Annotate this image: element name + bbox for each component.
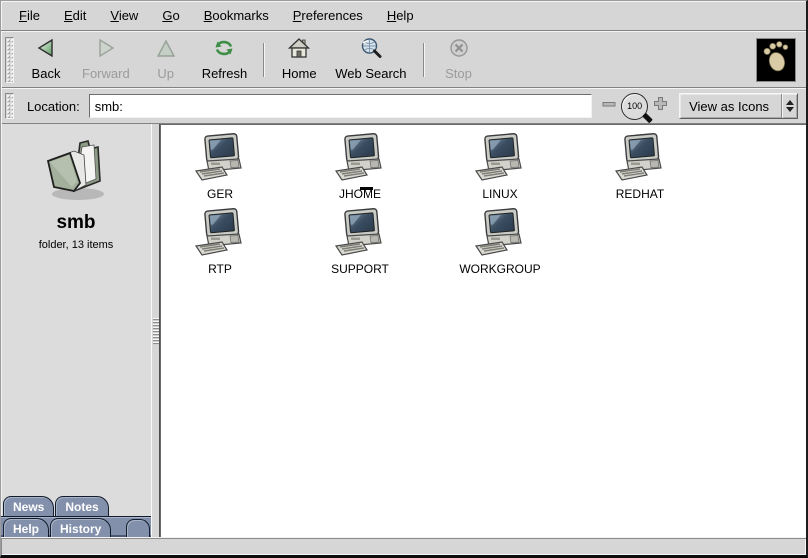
share-item-linux[interactable]: LINUX [430,133,570,208]
sidebar-tab-row-2: Help History [1,516,151,537]
web-search-icon [359,37,383,64]
share-item-rtp[interactable]: RTP [160,208,290,283]
stop-label: Stop [445,66,472,81]
menu-edit[interactable]: Edit [52,3,98,28]
toolbar: Back Forward Up [1,31,806,88]
share-item-redhat[interactable]: REDHAT [570,133,710,208]
view-mode-label: View as Icons [680,99,781,114]
toolbar-grip[interactable] [5,37,14,83]
share-label: RTP [208,262,232,276]
share-label: LINUX [482,187,517,201]
home-button[interactable]: Home [272,35,326,85]
computer-icon [474,208,526,261]
computer-icon [474,133,526,186]
toolbar-separator-2 [423,43,425,77]
gnome-foot-icon [761,40,791,79]
menu-bookmarks[interactable]: Bookmarks [192,3,281,28]
computer-icon [614,133,666,186]
refresh-icon [212,37,236,64]
web-search-label: Web Search [335,66,406,81]
menu-file[interactable]: File [7,3,52,28]
tab-partial[interactable] [126,519,150,537]
tab-history[interactable]: History [50,518,111,537]
share-item-ger[interactable]: GER [160,133,290,208]
share-item-support[interactable]: SUPPORT [290,208,430,283]
web-search-button[interactable]: Web Search [326,35,415,85]
zoom-level-value: 100 [627,101,642,111]
back-label: Back [32,66,61,81]
zoom-out-icon[interactable] [602,97,616,116]
stop-button[interactable]: Stop [432,35,486,85]
sidebar-folder-panel: smb folder, 13 items [1,124,151,251]
sidebar-tabs: News Notes Help History [1,494,151,537]
up-label: Up [157,66,174,81]
share-label: REDHAT [616,187,664,201]
tab-news[interactable]: News [3,496,54,516]
sidebar-splitter[interactable] [151,124,160,537]
forward-label: Forward [82,66,130,81]
menu-go[interactable]: Go [150,3,191,28]
computer-icon [334,133,386,186]
share-label: GER [207,187,233,201]
zoom-controls: 100 [602,93,668,120]
home-icon [287,37,311,64]
computer-icon [194,133,246,186]
share-label: SUPPORT [331,262,389,276]
icon-view: GER JHOME LINUX REDHAT RTP [160,124,806,537]
computer-icon [334,208,386,261]
status-bar [1,537,806,555]
menu-bar: File Edit View Go Bookmarks Preferences … [1,1,806,31]
up-button[interactable]: Up [139,35,193,85]
location-bar: Location: 100 View as Icons [1,88,806,124]
refresh-button[interactable]: Refresh [193,35,257,85]
menu-view[interactable]: View [98,3,150,28]
zoom-level-indicator[interactable]: 100 [621,93,648,120]
view-mode-dropdown[interactable]: View as Icons [679,93,798,119]
toolbar-separator [263,43,265,77]
sidebar: smb folder, 13 items News Notes Help His… [1,124,151,537]
refresh-label: Refresh [202,66,248,81]
dropdown-spinner-icon [781,94,797,118]
content-area: smb folder, 13 items News Notes Help His… [1,124,806,537]
location-bar-grip[interactable] [5,93,14,119]
icon-grid: GER JHOME LINUX REDHAT RTP [160,133,720,283]
sidebar-folder-title: smb [1,212,151,234]
share-label: WORKGROUP [459,262,540,276]
stop-icon [447,37,471,64]
tab-help[interactable]: Help [3,518,49,537]
share-item-workgroup[interactable]: WORKGROUP [430,208,570,283]
splitter-grip-icon[interactable] [153,318,159,345]
up-icon [154,37,178,64]
mouse-cursor [360,187,373,190]
computer-icon [194,208,246,261]
location-label: Location: [27,99,80,114]
tab-notes[interactable]: Notes [55,496,108,516]
open-folder-icon [40,190,112,207]
sidebar-folder-info: folder, 13 items [1,239,151,251]
zoom-in-icon[interactable] [653,96,668,116]
back-icon [34,37,58,64]
menu-preferences[interactable]: Preferences [281,3,375,28]
forward-icon [94,37,118,64]
home-label: Home [282,66,317,81]
forward-button[interactable]: Forward [73,35,139,85]
nautilus-window: File Edit View Go Bookmarks Preferences … [0,0,808,558]
back-button[interactable]: Back [19,35,73,85]
sidebar-tab-row-1: News Notes [1,494,151,516]
share-item-jhome[interactable]: JHOME [290,133,430,208]
location-input[interactable] [89,94,592,118]
menu-help[interactable]: Help [375,3,426,28]
throbber [757,39,795,81]
